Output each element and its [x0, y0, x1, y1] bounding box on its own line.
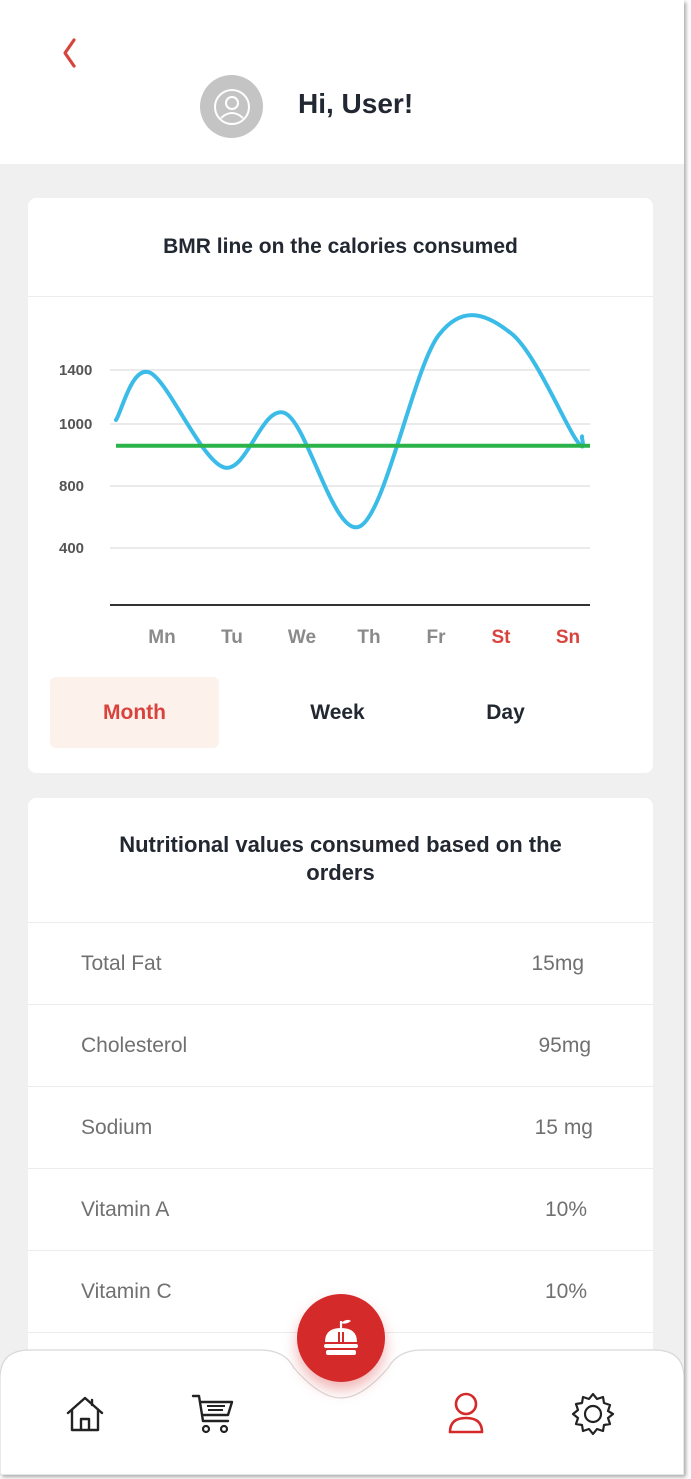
x-tick-label: Th [357, 627, 380, 648]
chevron-left-icon [63, 38, 76, 68]
nutrient-value: 15mg [531, 952, 584, 975]
nutrient-value: 10% [544, 1280, 587, 1303]
food-icon [324, 1319, 358, 1355]
y-tick-label: 1000 [59, 416, 92, 433]
y-tick-label: 800 [59, 478, 84, 495]
home-icon [66, 1396, 104, 1432]
calorie-line [114, 313, 586, 530]
x-tick-label: St [492, 627, 512, 648]
nutrient-value: 10% [544, 1198, 587, 1221]
nutrition-row: Cholesterol 95mg [28, 1004, 653, 1087]
x-tick-label: Tu [221, 627, 243, 648]
back-button[interactable] [56, 36, 86, 70]
nav-settings[interactable] [570, 1391, 616, 1442]
nutrient-name: Cholesterol [81, 1034, 188, 1057]
nutrition-title: Nutritional values consumed based on the… [119, 832, 562, 885]
profile-icon [448, 1392, 484, 1434]
x-tick-label: We [288, 627, 316, 648]
nutrient-name: Vitamin C [81, 1280, 172, 1303]
divider [28, 296, 653, 297]
nutrition-row: Sodium 15 mg [28, 1086, 653, 1169]
greeting: Hi, User! [298, 88, 414, 119]
food-menu-button[interactable] [297, 1294, 385, 1382]
nutrient-name: Total Fat [81, 952, 162, 975]
tab-week[interactable]: Week [253, 677, 422, 748]
settings-icon [571, 1392, 615, 1436]
x-tick-label: Mn [148, 627, 175, 648]
app-screen: Hi, User! BMR line on the calories consu… [0, 0, 684, 1475]
bmr-card-title: BMR line on the calories consumed [163, 235, 518, 258]
nav-home[interactable] [64, 1394, 106, 1439]
tab-day[interactable]: Day [421, 677, 590, 748]
nav-profile[interactable] [446, 1390, 486, 1441]
nutrient-value: 95mg [538, 1034, 591, 1057]
avatar[interactable] [200, 75, 263, 138]
x-tick-label: Sn [556, 627, 580, 648]
y-tick-label: 1400 [59, 362, 92, 379]
nav-cart[interactable] [190, 1391, 236, 1442]
cart-icon [191, 1394, 234, 1434]
nutrient-value: 15 mg [534, 1116, 593, 1139]
bmr-card: BMR line on the calories consumed 400 800… [28, 198, 653, 773]
x-tick-label: Fr [427, 627, 447, 648]
y-tick-label: 400 [59, 540, 84, 557]
nutrition-row: Total Fat 15mg [28, 922, 653, 1005]
user-icon [213, 88, 250, 125]
nutrient-name: Vitamin A [81, 1198, 170, 1221]
nutrition-row: Vitamin A 10% [28, 1168, 653, 1251]
nutrient-name: Sodium [81, 1116, 153, 1139]
header: Hi, User! [0, 0, 684, 164]
tab-month[interactable]: Month [50, 677, 219, 748]
